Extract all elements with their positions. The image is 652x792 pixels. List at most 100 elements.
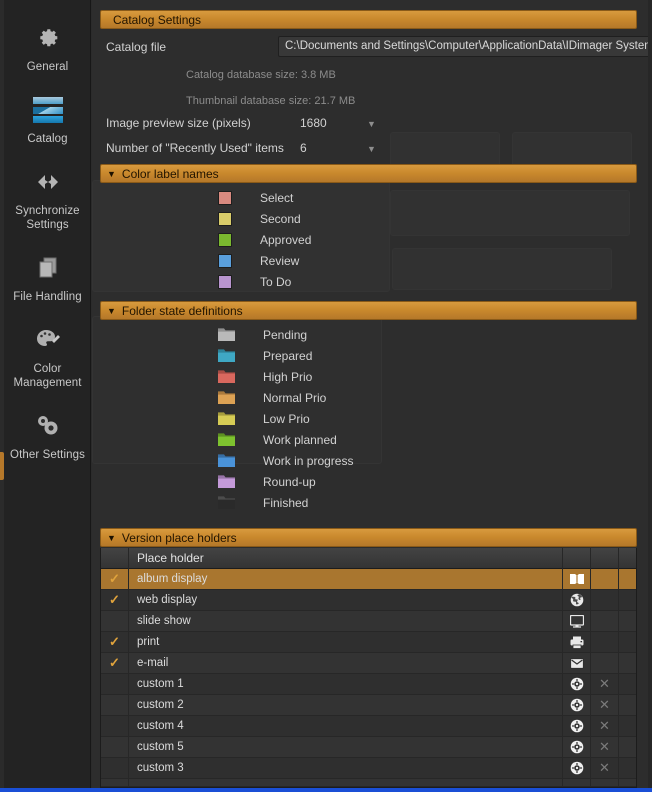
color-label-row[interactable]: Approved [218, 233, 311, 247]
row-pad [618, 568, 636, 590]
gear-circle-icon[interactable] [562, 694, 590, 716]
row-delete [590, 652, 618, 674]
row-pad [618, 589, 636, 611]
envelope-icon[interactable] [562, 652, 590, 674]
folder-icon [218, 391, 235, 404]
folder-icon [218, 496, 235, 509]
row-pad [618, 631, 636, 653]
folder-state-row[interactable]: Pending [218, 328, 307, 342]
color-label-name: Review [260, 254, 300, 268]
table-row[interactable]: ✓ album display [101, 568, 636, 590]
table-row[interactable]: slide show [101, 610, 636, 632]
table-row[interactable]: custom 1 ✕ [101, 673, 636, 695]
recently-used-items-label: Number of "Recently Used" items [106, 141, 284, 155]
row-delete-button[interactable]: ✕ [590, 736, 618, 758]
table-row[interactable]: ✓ print [101, 631, 636, 653]
sidebar-item-other-settings[interactable]: Other Settings [4, 402, 91, 474]
recently-used-items-value[interactable]: 6 [300, 141, 307, 155]
folder-state-row[interactable]: Normal Prio [218, 391, 326, 405]
row-checkmark[interactable]: ✓ [101, 631, 129, 653]
section-header-version-place-holders[interactable]: ▼ Version place holders [100, 528, 637, 547]
table-row[interactable]: custom 2 ✕ [101, 694, 636, 716]
sidebar-item-label: Synchronize Settings [15, 205, 80, 231]
catalog-db-size-label: Catalog database size: 3.8 MB [186, 69, 336, 81]
sidebar-item-label: Color Management [13, 363, 82, 389]
row-name: print [137, 636, 160, 648]
globe-icon[interactable] [562, 589, 590, 611]
folder-state-row[interactable]: Work in progress [218, 454, 353, 468]
row-checkmark[interactable] [101, 673, 129, 695]
gear-circle-icon[interactable] [562, 715, 590, 737]
row-pad [618, 694, 636, 716]
gear-circle-icon[interactable] [562, 673, 590, 695]
table-row[interactable]: ✓ web display [101, 589, 636, 611]
folder-state-name: Pending [263, 328, 308, 342]
vertical-scrollbar[interactable] [648, 0, 652, 792]
row-checkmark[interactable] [101, 694, 129, 716]
sync-arrows-icon [8, 165, 87, 199]
printer-icon[interactable] [562, 631, 590, 653]
row-name: custom 3 [137, 762, 184, 774]
row-name: custom 1 [137, 678, 184, 690]
row-checkmark[interactable] [101, 610, 129, 632]
bottom-status-bar [0, 788, 652, 792]
sidebar-item-catalog[interactable]: Catalog [4, 86, 91, 158]
folder-state-row[interactable]: Prepared [218, 349, 312, 363]
catalog-file-path-input[interactable]: C:\Documents and Settings\Computer\Appli… [278, 36, 652, 57]
settings-sidebar: General Catalog Synchronize Settings Fil… [4, 0, 91, 792]
folder-state-name: Work in progress [263, 454, 354, 468]
folder-icon [218, 349, 235, 362]
folder-state-row[interactable]: High Prio [218, 370, 312, 384]
folder-state-row[interactable]: Low Prio [218, 412, 310, 426]
row-delete-button[interactable]: ✕ [590, 673, 618, 695]
row-checkmark[interactable] [101, 715, 129, 737]
folder-icon[interactable] [562, 779, 590, 786]
table-row[interactable]: custom 4 ✕ [101, 715, 636, 737]
folder-icon [218, 370, 235, 383]
sidebar-item-general[interactable]: General [4, 14, 91, 86]
folder-state-row[interactable]: Work planned [218, 433, 337, 447]
table-header-row: Place holder [101, 547, 636, 569]
row-checkmark[interactable]: ✓ [101, 652, 129, 674]
row-checkmark[interactable]: ✓ [101, 568, 129, 590]
section-header-color-label-names[interactable]: ▼ Color label names [100, 164, 637, 183]
section-header-catalog-settings[interactable]: Catalog Settings [100, 10, 637, 29]
caret-icon: ▼ [107, 168, 116, 179]
folder-state-row[interactable]: Round-up [218, 475, 316, 489]
row-checkmark[interactable] [101, 736, 129, 758]
book-icon[interactable] [562, 568, 590, 590]
chevron-down-icon[interactable]: ▼ [367, 144, 376, 154]
gear-circle-icon[interactable] [562, 757, 590, 779]
gear-circle-icon[interactable] [562, 736, 590, 758]
folder-state-row[interactable]: Finished [218, 496, 308, 510]
row-delete-button[interactable]: ✕ [590, 715, 618, 737]
color-label-row[interactable]: Second [218, 212, 301, 226]
sidebar-item-file-handling[interactable]: File Handling [4, 244, 91, 316]
table-row[interactable]: custom 3 ✕ [101, 757, 636, 779]
color-label-row[interactable]: Select [218, 191, 293, 205]
sidebar-item-color-management[interactable]: Color Management [4, 316, 91, 402]
section-title: Folder state definitions [121, 303, 243, 318]
table-row[interactable]: custom 5 ✕ [101, 736, 636, 758]
monitor-icon[interactable] [562, 610, 590, 632]
sidebar-item-synchronize-settings[interactable]: Synchronize Settings [4, 158, 91, 244]
row-delete-button[interactable]: ✕ [590, 694, 618, 716]
table-row[interactable]: ✓ e-mail [101, 652, 636, 674]
row-checkmark[interactable]: ✓ [101, 589, 129, 611]
folder-icon [218, 475, 235, 488]
image-preview-size-value[interactable]: 1680 [300, 116, 327, 130]
folder-state-name: Prepared [263, 349, 313, 363]
chevron-down-icon[interactable]: ▼ [367, 119, 376, 129]
color-label-row[interactable]: Review [218, 254, 299, 268]
palette-icon [8, 323, 87, 357]
folder-state-name: Round-up [263, 475, 316, 489]
header-place-holder: Place holder [129, 551, 562, 565]
section-title: Color label names [121, 166, 219, 181]
section-header-folder-state-definitions[interactable]: ▼ Folder state definitions [100, 301, 637, 320]
table-row-partial[interactable] [101, 779, 636, 787]
row-delete-button[interactable]: ✕ [590, 757, 618, 779]
color-label-row[interactable]: To Do [218, 275, 291, 289]
row-checkmark[interactable] [101, 757, 129, 779]
row-checkmark[interactable] [101, 779, 129, 786]
row-name: custom 2 [137, 699, 184, 711]
